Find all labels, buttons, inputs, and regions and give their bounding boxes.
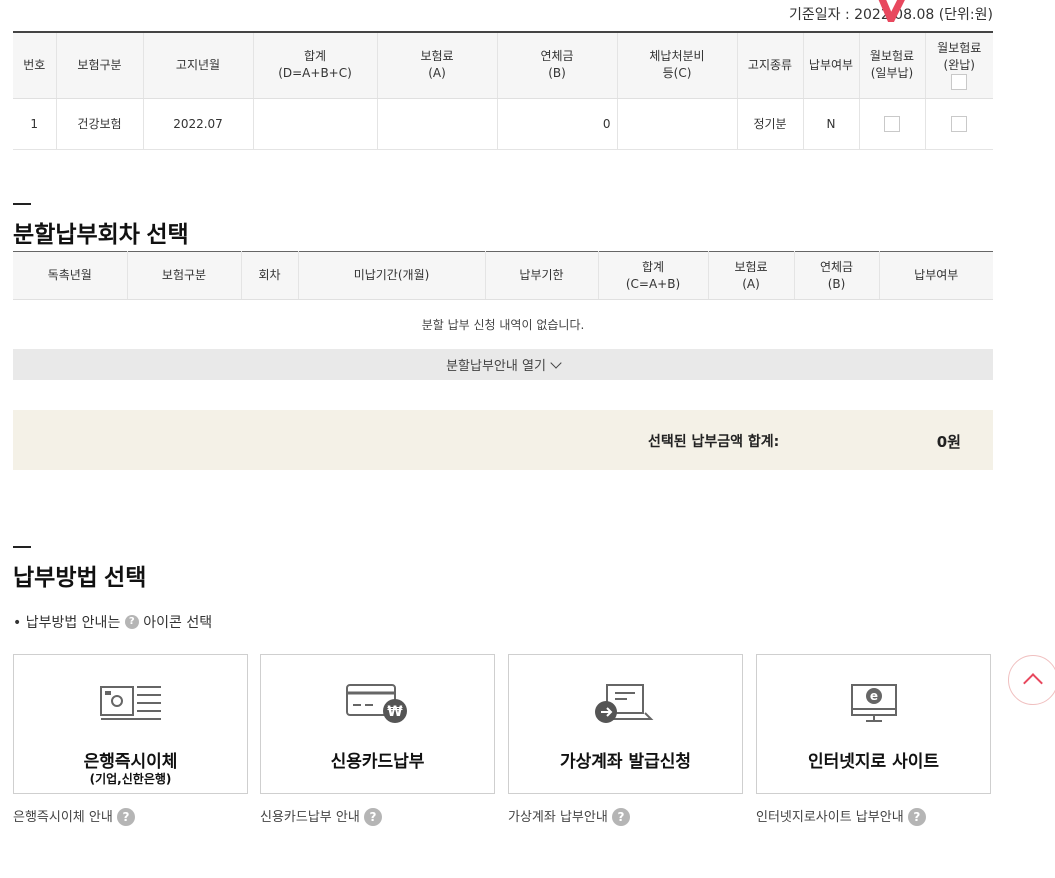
- internet-giro-button[interactable]: e 인터넷지로 사이트: [756, 654, 991, 794]
- col-header: 월보험료 (일부납): [858, 32, 925, 99]
- method-label: 인터넷지로 사이트: [807, 752, 940, 772]
- col-header: 보험료 (A): [707, 251, 794, 300]
- question-icon: ?: [124, 615, 139, 629]
- question-icon[interactable]: ?: [611, 807, 630, 826]
- summary-label: 선택된 납부금액 합계:: [648, 434, 780, 450]
- chevron-down-icon: [550, 357, 562, 369]
- method-label: 가상계좌 발급신청: [559, 752, 692, 772]
- virtual-account-icon: [594, 684, 653, 723]
- col-header: 보험구분: [55, 32, 143, 99]
- installment-table: 독촉년월 보험구분 회차 미납기간(개월) 납부기한 합계 (C=A+B) 보험료…: [13, 251, 993, 300]
- svg-text:e: e: [869, 689, 877, 703]
- cell-notice-month: 2022.07: [142, 98, 253, 150]
- method-sub-label: (기업,신한은행): [89, 772, 172, 786]
- bank-transfer-button[interactable]: 은행즉시이체 (기업,신한은행): [13, 654, 248, 794]
- col-header: 납부기한: [484, 251, 598, 300]
- question-icon[interactable]: ?: [907, 807, 926, 826]
- internet-giro-icon: e: [850, 684, 897, 722]
- cell-paid: N: [802, 98, 859, 150]
- chevron-up-icon: [1023, 673, 1043, 693]
- col-header: 연체금 (B): [793, 251, 879, 300]
- credit-card-won-icon: ₩: [345, 684, 407, 723]
- payment-info-note: • 납부방법 안내는 ? 아이콘 선택: [13, 615, 213, 631]
- notice-table-header: 번호 보험구분 고지년월 합계 (D=A+B+C) 보험료 (A) 연체금 (B) 체…: [13, 32, 993, 99]
- col-header: 보험료 (A): [376, 32, 497, 99]
- cell-premium: [376, 98, 497, 150]
- installment-guide-label: 분할납부안내 열기: [446, 359, 546, 374]
- installment-guide-toggle[interactable]: 분할납부안내 열기: [13, 349, 993, 380]
- cell-notice-kind: 정기분: [736, 98, 803, 150]
- col-header-select-all: 월보험료 (완납): [924, 32, 993, 99]
- col-header: 독촉년월: [13, 251, 127, 300]
- installment-empty-message: 분할 납부 신청 내역이 없습니다.: [421, 318, 585, 332]
- partial-pay-checkbox[interactable]: [884, 115, 900, 132]
- scroll-to-top-button[interactable]: [1008, 655, 1055, 705]
- cell-fee: [616, 98, 737, 150]
- selected-amount-summary: 선택된 납부금액 합계: 0원: [13, 410, 993, 470]
- internet-giro-guide-link[interactable]: 인터넷지로사이트 납부안내 ?: [756, 806, 926, 827]
- method-label: 은행즉시이체: [83, 752, 178, 772]
- credit-card-button[interactable]: ₩ 신용카드납부: [260, 654, 495, 794]
- svg-text:₩: ₩: [387, 704, 403, 720]
- installment-section-title: 분할납부회차 선택: [13, 203, 189, 249]
- col-header: 고지년월: [142, 32, 253, 99]
- table-row: 1 건강보험 2022.07 0 정기분 N: [13, 98, 993, 150]
- col-header: 미납기간(개월): [297, 251, 485, 300]
- cell-no: 1: [13, 98, 56, 150]
- notice-table: 번호 보험구분 고지년월 합계 (D=A+B+C) 보험료 (A) 연체금 (B) 체…: [13, 31, 993, 150]
- installment-table-header: 독촉년월 보험구분 회차 미납기간(개월) 납부기한 합계 (C=A+B) 보험료…: [13, 251, 993, 300]
- col-header: 회차: [240, 251, 298, 300]
- cell-partial-pay: [858, 98, 925, 150]
- question-icon[interactable]: ?: [363, 807, 382, 826]
- payment-section-title: 납부방법 선택: [13, 546, 146, 592]
- credit-card-guide-link[interactable]: 신용카드납부 안내 ?: [260, 806, 382, 827]
- col-header: 합계 (D=A+B+C): [252, 32, 377, 99]
- col-header: 연체금 (B): [496, 32, 617, 99]
- red-v-mark-icon: [878, 0, 905, 22]
- select-all-checkbox[interactable]: [951, 74, 968, 91]
- virtual-account-button[interactable]: 가상계좌 발급신청: [508, 654, 743, 794]
- col-header: 번호: [13, 32, 56, 99]
- col-header: 보험구분: [126, 251, 241, 300]
- method-label: 신용카드납부: [330, 752, 425, 772]
- summary-value: 0원: [936, 433, 961, 451]
- col-header: 합계 (C=A+B): [597, 251, 708, 300]
- question-icon[interactable]: ?: [116, 807, 135, 826]
- virtual-account-guide-link[interactable]: 가상계좌 납부안내 ?: [508, 806, 630, 827]
- cell-total: [252, 98, 377, 150]
- bank-transfer-guide-link[interactable]: 은행즉시이체 안내 ?: [13, 806, 135, 827]
- col-header: 체납처분비 등(C): [616, 32, 737, 99]
- bank-transfer-icon: [99, 686, 161, 720]
- cell-insurance-type: 건강보험: [55, 98, 143, 150]
- col-header: 납부여부: [878, 251, 993, 300]
- full-pay-checkbox[interactable]: [951, 115, 968, 132]
- cell-overdue: 0: [496, 98, 617, 150]
- col-header: 납부여부: [802, 32, 859, 99]
- col-header: 고지종류: [736, 32, 803, 99]
- cell-full-pay: [924, 98, 993, 150]
